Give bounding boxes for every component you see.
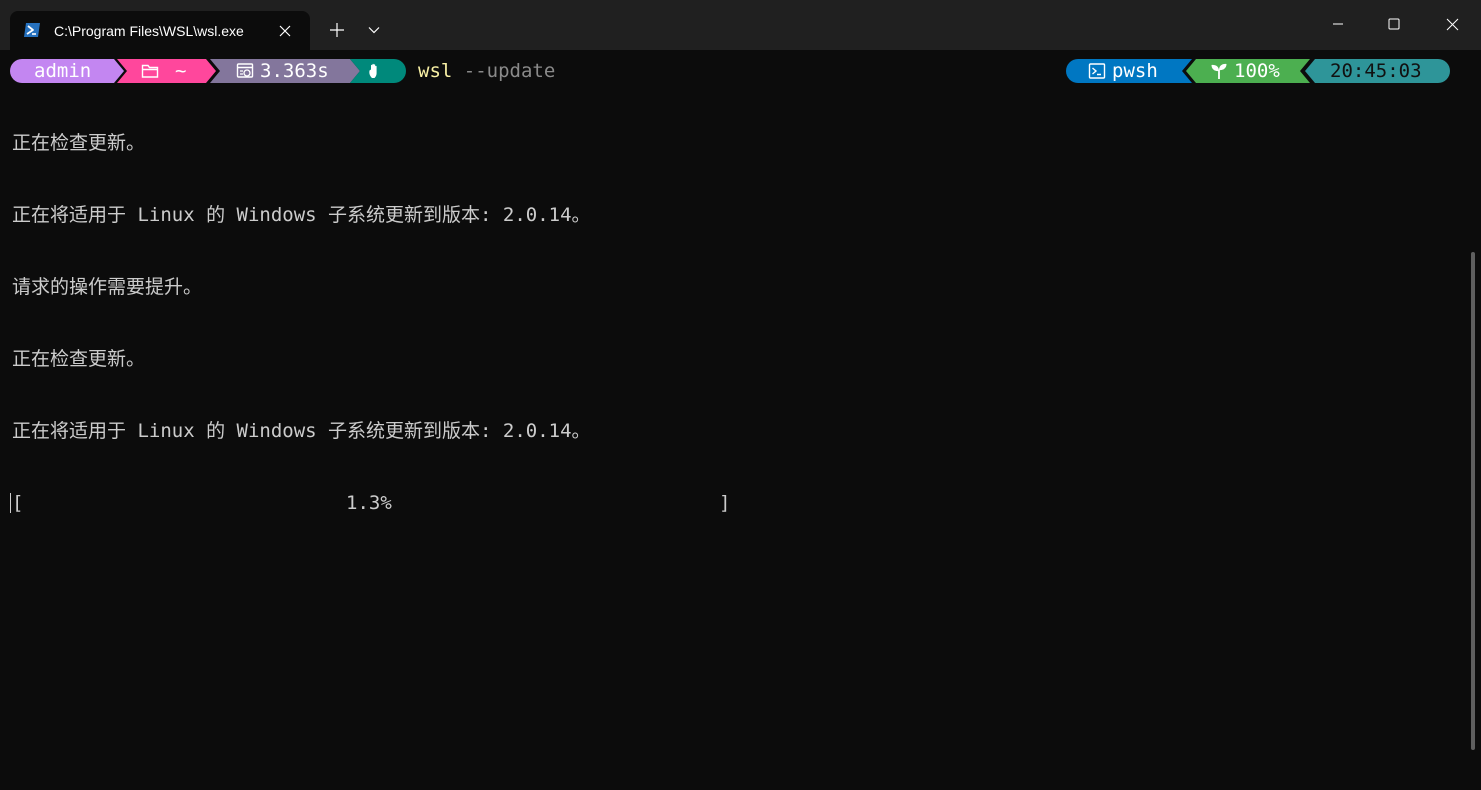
terminal-output: 正在检查更新。 正在将适用于 Linux 的 Windows 子系统更新到版本:… bbox=[10, 83, 1452, 563]
progress-bracket-close: ] bbox=[719, 492, 731, 514]
close-icon bbox=[279, 25, 291, 37]
new-tab-button[interactable] bbox=[322, 15, 352, 45]
output-line: 正在将适用于 Linux 的 Windows 子系统更新到版本: 2.0.14。 bbox=[12, 420, 591, 442]
prompt-path: ~ bbox=[175, 60, 187, 82]
prompt-time: 20:45:03 bbox=[1330, 60, 1422, 82]
text-cursor bbox=[10, 493, 11, 513]
prompt-shell-segment: pwsh bbox=[1066, 59, 1192, 83]
terminal-window: C:\Program Files\WSL\wsl.exe admin ~ 3.3… bbox=[0, 0, 1481, 790]
prompt-exec-time: 3.363s bbox=[260, 60, 329, 82]
output-line: 请求的操作需要提升。 bbox=[12, 276, 203, 298]
progress-bracket-open: [ bbox=[12, 492, 24, 514]
prompt-battery: 100% bbox=[1234, 60, 1280, 82]
prompt-shell: pwsh bbox=[1112, 60, 1158, 82]
prompt-user: admin bbox=[34, 60, 92, 82]
powershell-icon bbox=[24, 23, 40, 37]
command-text: wsl --update bbox=[418, 59, 555, 83]
maximize-button[interactable] bbox=[1366, 0, 1422, 48]
title-bar[interactable]: C:\Program Files\WSL\wsl.exe bbox=[0, 0, 1481, 50]
tab-dropdown-button[interactable] bbox=[360, 15, 388, 45]
close-window-button[interactable] bbox=[1424, 0, 1480, 48]
tab-wsl[interactable]: C:\Program Files\WSL\wsl.exe bbox=[10, 11, 310, 50]
command-name: wsl bbox=[418, 60, 453, 82]
prompt-user-segment: admin bbox=[10, 59, 124, 83]
output-line: 正在将适用于 Linux 的 Windows 子系统更新到版本: 2.0.14。 bbox=[12, 204, 591, 226]
prompt-battery-segment: 100% bbox=[1186, 59, 1310, 83]
minimize-button[interactable] bbox=[1310, 0, 1366, 48]
prompt-path-segment: ~ bbox=[117, 59, 216, 83]
close-icon bbox=[1446, 18, 1458, 30]
minimize-icon bbox=[1333, 23, 1343, 25]
output-line: 正在检查更新。 bbox=[12, 132, 146, 154]
progress-percent: 1.3% bbox=[346, 492, 392, 514]
chevron-down-icon bbox=[368, 27, 380, 34]
progress-line: [ 1.3% ] bbox=[10, 491, 1452, 515]
hand-icon bbox=[369, 63, 377, 78]
maximize-icon bbox=[1388, 18, 1400, 30]
terminal-icon bbox=[1088, 62, 1106, 80]
stopwatch-icon bbox=[236, 62, 254, 80]
plus-icon bbox=[330, 23, 344, 37]
tab-title: C:\Program Files\WSL\wsl.exe bbox=[54, 23, 244, 39]
prompt-exec-time-segment: 3.363s bbox=[210, 59, 360, 83]
tab-close-button[interactable] bbox=[274, 20, 296, 42]
prompt-line: admin ~ 3.363s wsl --update pwsh 100% 20… bbox=[0, 59, 1481, 83]
scrollbar-thumb[interactable] bbox=[1471, 252, 1475, 750]
command-args: --update bbox=[463, 60, 556, 82]
prompt-time-segment: 20:45:03 bbox=[1305, 59, 1450, 83]
folder-icon bbox=[141, 62, 159, 80]
output-line: 正在检查更新。 bbox=[12, 348, 146, 370]
terminal-area[interactable]: admin ~ 3.363s wsl --update pwsh 100% 20… bbox=[0, 50, 1481, 790]
sprout-icon bbox=[1210, 62, 1228, 80]
